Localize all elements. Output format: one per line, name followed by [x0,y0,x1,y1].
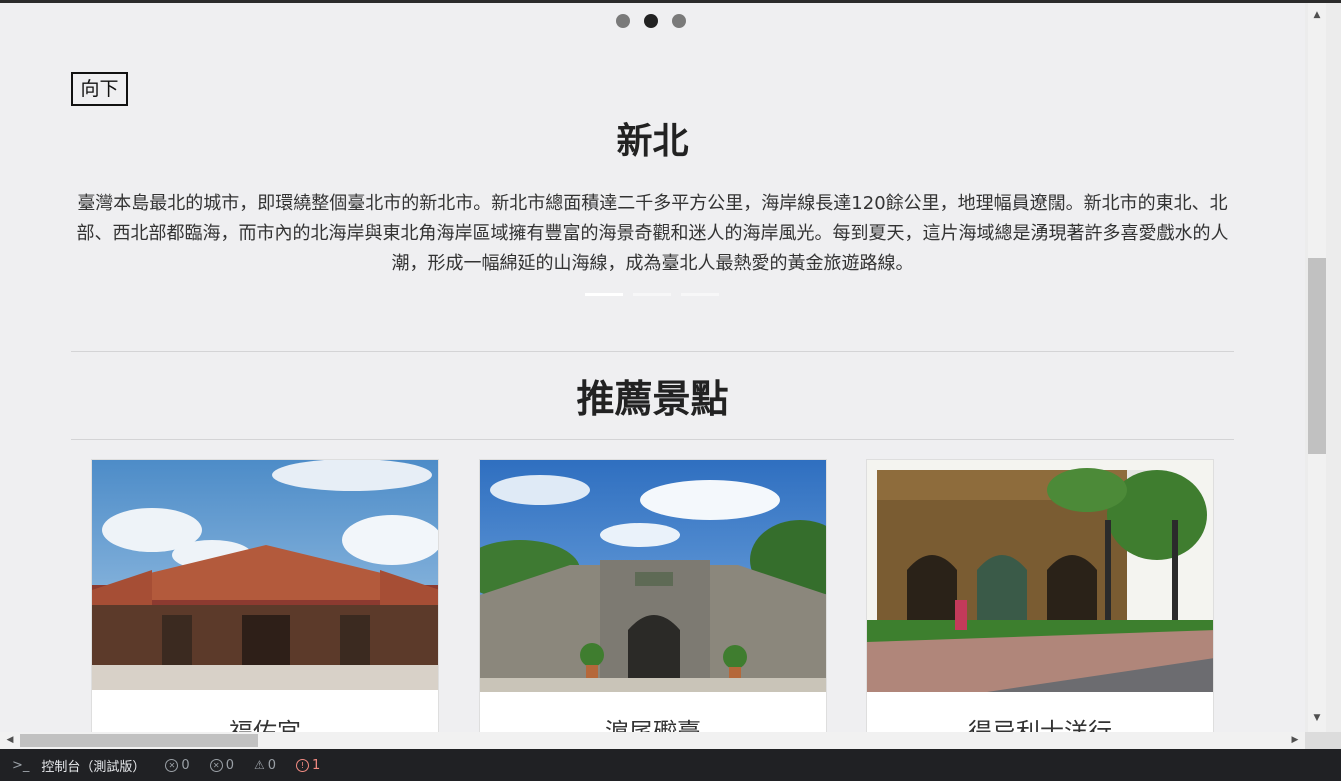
section-divider-bottom [71,439,1234,440]
scroll-down-arrow-icon[interactable]: ▼ [1308,710,1326,726]
carousel-indicator-3[interactable] [681,293,719,296]
issue-alert-icon: ! [296,758,310,772]
old-building-photo [867,460,1213,692]
carousel-dot-2[interactable] [644,14,658,28]
section-title: 推薦景點 [576,377,729,421]
devtools-console-bar[interactable]: >_ 控制台（測試版） ✕ 0 ✕ 0 ⚠ 0 ! 1 [0,749,1341,781]
carousel-indicators [585,293,719,296]
warning-triangle-icon: ⚠ [253,758,265,772]
error-outline-icon: ✕ [209,758,223,772]
attraction-card-tait-and-co[interactable]: 得忌利士洋行 [866,459,1214,739]
horizontal-scrollbar[interactable]: ◀ ▶ [0,732,1305,749]
fort-gate-photo [480,460,826,692]
console-error-count-a[interactable]: ✕ 0 [165,758,190,773]
scrollbar-corner [1305,732,1341,749]
carousel-dot-1[interactable] [616,14,630,28]
scroll-right-arrow-icon[interactable]: ▶ [1287,732,1303,749]
scrollbar-thumb[interactable] [1308,258,1326,454]
scroll-up-arrow-icon[interactable]: ▲ [1308,7,1326,23]
error-outline-icon: ✕ [165,758,179,772]
carousel-dots [616,14,686,28]
city-description: 臺灣本島最北的城市，即環繞整個臺北市的新北市。新北市總面積達二千多平方公里，海岸… [76,193,1229,274]
section-divider-top [71,351,1234,352]
temple-photo [92,460,438,690]
console-label[interactable]: 控制台（測試版） [41,756,145,775]
console-issue-count[interactable]: ! 1 [296,758,320,773]
attraction-card-huwei-fort[interactable]: 滬尾礮臺 [479,459,827,739]
carousel-indicator-2[interactable] [633,293,671,296]
scroll-down-button[interactable]: 向下 [71,72,128,106]
carousel-dot-3[interactable] [672,14,686,28]
attraction-card-fuyou-temple[interactable]: 福佑宮 [91,459,439,739]
console-error-count-b[interactable]: ✕ 0 [209,758,234,773]
carousel-indicator-1[interactable] [585,293,623,296]
console-warning-count[interactable]: ⚠ 0 [254,758,276,773]
horizontal-scrollbar-thumb[interactable] [20,734,258,747]
console-prompt-icon: >_ [12,757,30,773]
vertical-scrollbar[interactable]: ▲ ▼ [1305,3,1341,732]
city-title: 新北 [616,121,689,162]
scroll-left-arrow-icon[interactable]: ◀ [2,732,18,749]
